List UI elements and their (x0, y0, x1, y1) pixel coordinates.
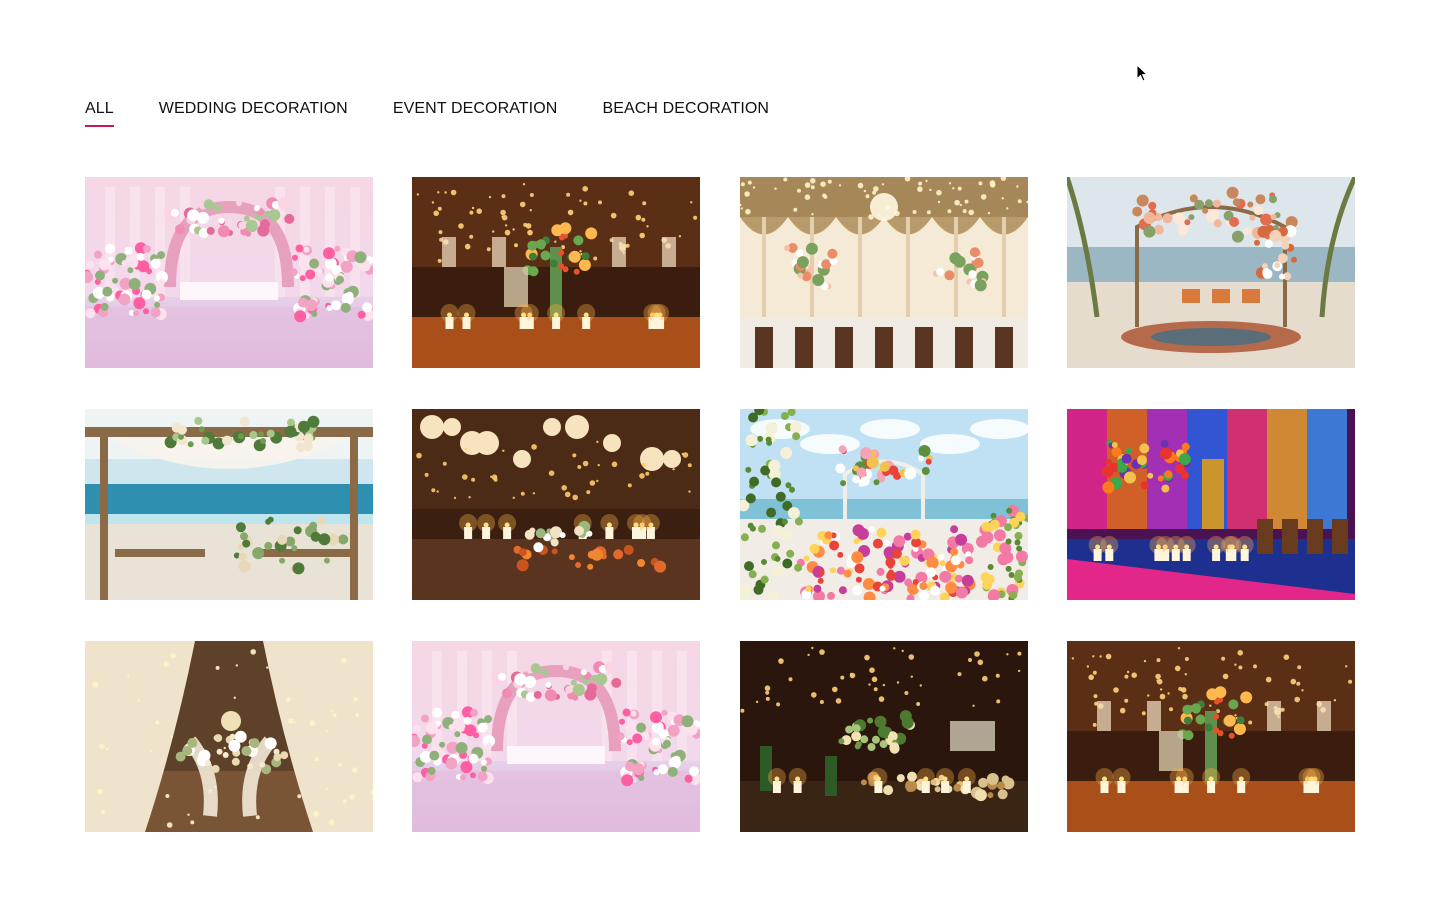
gallery-image[interactable] (412, 409, 701, 600)
tab-beach-decoration-label: BEACH DECORATION (602, 100, 770, 117)
gallery-image[interactable] (739, 409, 1028, 600)
gallery-page: ALL WEDDING DECORATION EVENT DECORATION … (0, 0, 1440, 900)
decoration-photo (739, 177, 1028, 368)
filter-tabs: ALL WEDDING DECORATION EVENT DECORATION … (85, 99, 769, 127)
tab-event-decoration-label: EVENT DECORATION (392, 100, 558, 117)
gallery-image[interactable] (85, 177, 373, 368)
decoration-photo (412, 177, 701, 368)
gallery-image[interactable] (1066, 177, 1355, 368)
gallery-image[interactable] (85, 641, 373, 832)
decoration-photo (412, 409, 701, 600)
decoration-photo (739, 409, 1028, 600)
decoration-photo (85, 177, 373, 368)
decoration-photo (1066, 641, 1355, 832)
tab-wedding-decoration[interactable]: WEDDING DECORATION (159, 99, 348, 119)
gallery-image[interactable] (1066, 409, 1355, 600)
decoration-photo (1066, 409, 1355, 600)
decoration-photo (739, 641, 1028, 832)
tab-beach-decoration[interactable]: BEACH DECORATION (602, 99, 769, 119)
decoration-photo (412, 641, 701, 832)
tab-event-decoration[interactable]: EVENT DECORATION (393, 99, 558, 119)
gallery-image[interactable] (739, 641, 1028, 832)
active-tab-underline (85, 125, 114, 127)
decoration-photo (85, 409, 373, 600)
gallery-image[interactable] (739, 177, 1028, 368)
tab-all-label: ALL (85, 100, 114, 117)
decoration-photo (85, 641, 373, 832)
mouse-cursor-icon (1136, 64, 1148, 82)
tab-all[interactable]: ALL (85, 99, 114, 127)
gallery-image[interactable] (85, 409, 373, 600)
gallery-image[interactable] (412, 641, 701, 832)
gallery-image[interactable] (412, 177, 701, 368)
gallery-image[interactable] (1066, 641, 1355, 832)
tab-wedding-decoration-label: WEDDING DECORATION (158, 100, 348, 117)
gallery-grid (85, 177, 1355, 832)
decoration-photo (1066, 177, 1355, 368)
